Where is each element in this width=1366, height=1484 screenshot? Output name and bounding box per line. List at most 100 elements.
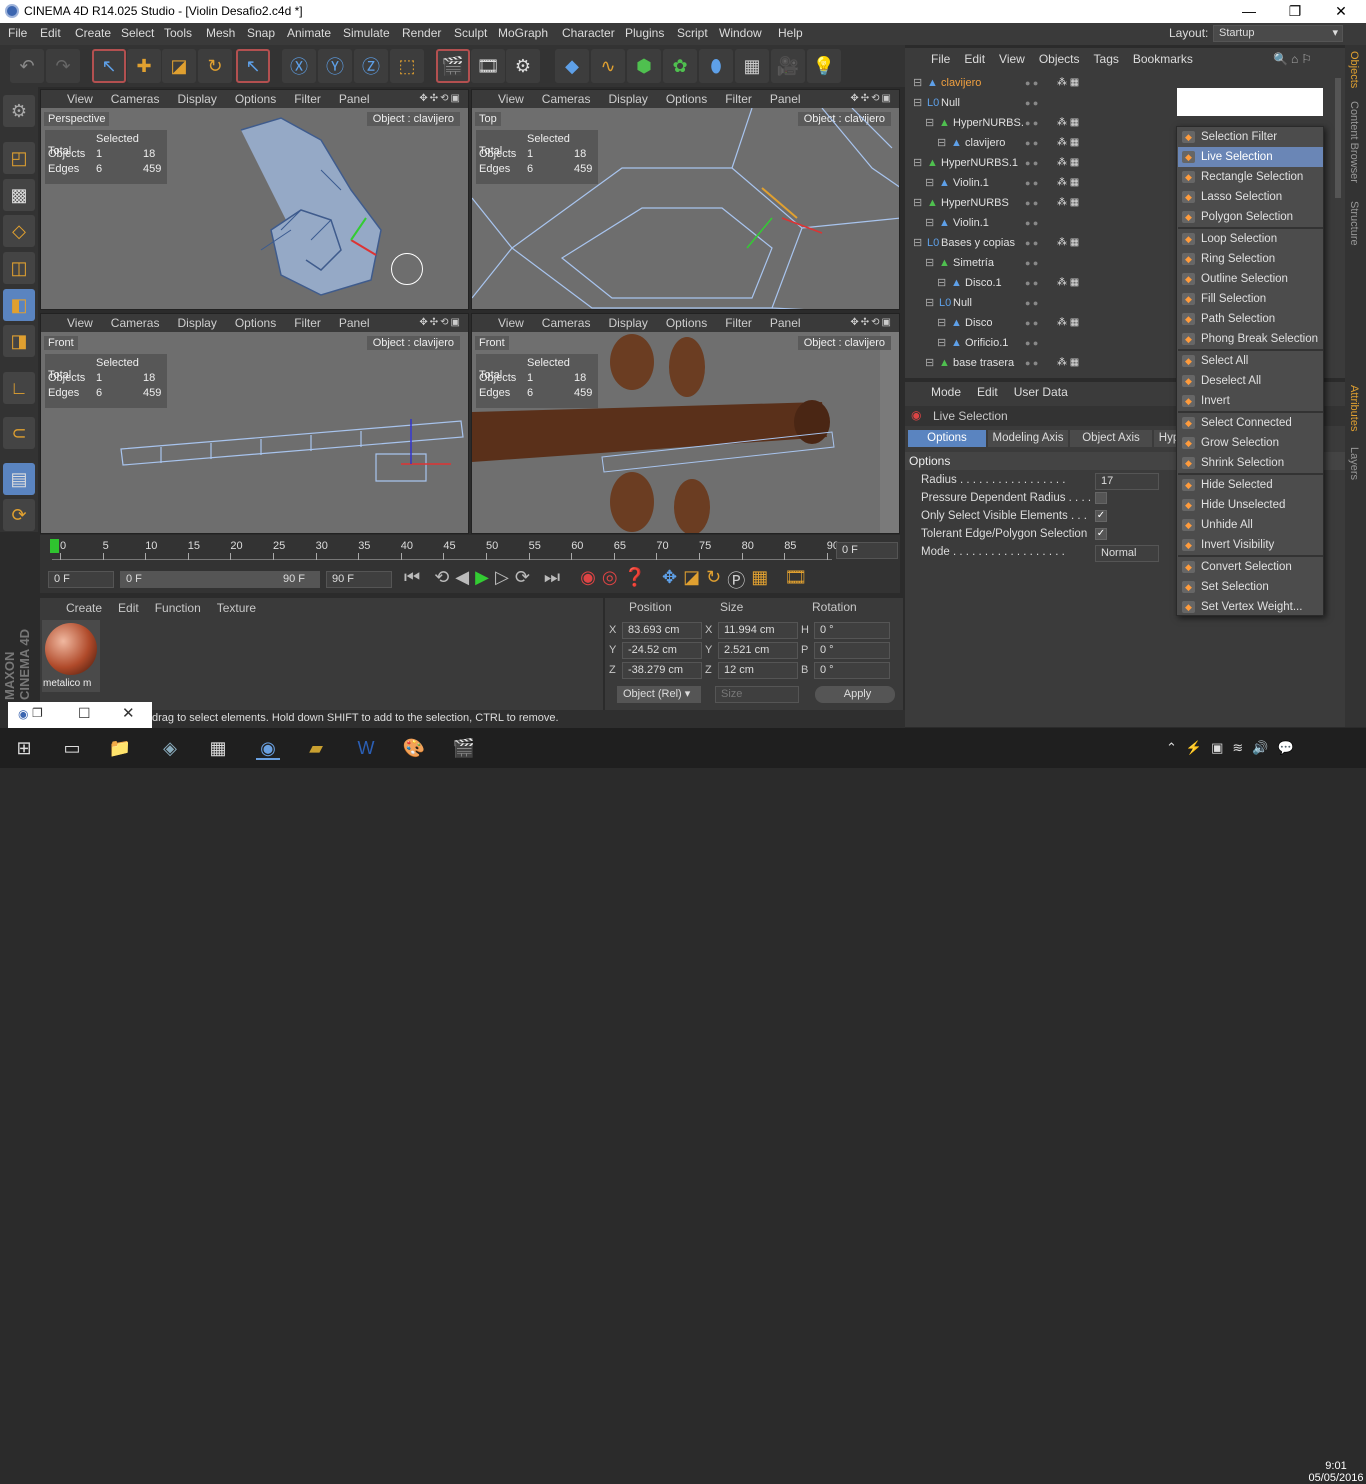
menu-help[interactable]: Help: [778, 26, 803, 40]
render-settings-icon[interactable]: ⚙: [506, 49, 540, 83]
tab-objects[interactable]: Objects: [1348, 51, 1360, 88]
tree-expand-icon[interactable]: ⊟: [925, 293, 934, 313]
redo-icon[interactable]: ↷: [46, 49, 80, 83]
viewport-menu-options[interactable]: Options: [235, 314, 276, 332]
visibility-dots-icon[interactable]: ● ●: [1025, 153, 1038, 173]
playhead[interactable]: [50, 539, 59, 553]
y-axis-lock-icon[interactable]: Ⓨ: [318, 49, 352, 83]
attr-field-value[interactable]: 17: [1095, 473, 1159, 490]
object-row[interactable]: ⊟ ▲ clavijero ● ● ⁂ ▦: [905, 133, 1175, 153]
go-to-start-icon[interactable]: ⏮: [404, 567, 420, 593]
coord-value-field[interactable]: 2.521 cm: [718, 642, 798, 659]
tag-icons[interactable]: ⁂ ▦: [1057, 273, 1079, 293]
tree-expand-icon[interactable]: ⊟: [925, 353, 934, 373]
viewport-perspective[interactable]: View Cameras Display Options Filter Panel ✥✣⟲…: [40, 89, 469, 310]
cube-primitive-icon[interactable]: ◆: [555, 49, 589, 83]
menu-item-set-selection[interactable]: ◆ Set Selection: [1178, 577, 1323, 597]
menu-item-path-selection[interactable]: ◆ Path Selection: [1178, 309, 1323, 329]
visibility-dots-icon[interactable]: ● ●: [1025, 333, 1038, 353]
close-button[interactable]: ✕: [1318, 0, 1364, 23]
scale-tool-icon[interactable]: ◪: [162, 49, 196, 83]
coord-value-field[interactable]: -24.52 cm: [622, 642, 702, 659]
make-editable-icon[interactable]: ⚙: [3, 95, 35, 127]
tag-icons[interactable]: ⁂ ▦: [1057, 313, 1079, 333]
tree-expand-icon[interactable]: ⊟: [913, 93, 922, 113]
visibility-dots-icon[interactable]: ● ●: [1025, 293, 1038, 313]
menu-create[interactable]: Create: [75, 26, 111, 40]
tree-expand-icon[interactable]: ⊟: [937, 313, 946, 333]
menu-mesh[interactable]: Mesh: [206, 26, 235, 40]
menu-character[interactable]: Character: [562, 26, 615, 40]
attr-menu-mode[interactable]: Mode: [931, 385, 961, 399]
deformer-icon[interactable]: ⬮: [699, 49, 733, 83]
app-icon-1[interactable]: ◈: [158, 736, 182, 760]
viewport-menu-cameras[interactable]: Cameras: [111, 314, 160, 332]
menu-item-outline-selection[interactable]: ◆ Outline Selection: [1178, 269, 1323, 289]
visibility-dots-icon[interactable]: ● ●: [1025, 273, 1038, 293]
preview-close-icon[interactable]: ✕: [122, 704, 135, 722]
objmgr-menu-objects[interactable]: Objects: [1039, 52, 1080, 66]
tree-expand-icon[interactable]: ⊟: [913, 233, 922, 253]
menu-item-rectangle-selection[interactable]: ◆ Rectangle Selection: [1178, 167, 1323, 187]
visibility-dots-icon[interactable]: ● ●: [1025, 133, 1038, 153]
tag-icons[interactable]: ⁂ ▦: [1057, 113, 1079, 133]
objmgr-menu-edit[interactable]: Edit: [964, 52, 985, 66]
viewport-menu-filter[interactable]: Filter: [725, 90, 752, 108]
menu-sculpt[interactable]: Sculpt: [454, 26, 487, 40]
viewport-menu-cameras[interactable]: Cameras: [542, 90, 591, 108]
workplane-mode-icon[interactable]: ◇: [3, 215, 35, 247]
tag-icons[interactable]: ⁂ ▦: [1057, 133, 1079, 153]
viewport-menu-view[interactable]: View: [67, 314, 93, 332]
object-row[interactable]: ⊟ ▲ HyperNURBS ● ● ⁂ ▦: [905, 193, 1175, 213]
visibility-dots-icon[interactable]: ● ●: [1025, 353, 1038, 373]
preview-restore-icon[interactable]: ❐: [32, 706, 43, 720]
objmgr-menu-file[interactable]: File: [931, 52, 950, 66]
viewport-menu-panel[interactable]: Panel: [339, 314, 370, 332]
clock[interactable]: 9:01 05/05/2016: [1306, 1460, 1366, 1484]
viewport-menu-filter[interactable]: Filter: [294, 314, 321, 332]
tree-expand-icon[interactable]: ⊟: [937, 133, 946, 153]
coord-value-field[interactable]: 11.994 cm: [718, 622, 798, 639]
menu-item-live-selection[interactable]: ◆ Live Selection: [1178, 147, 1323, 167]
menu-item-fill-selection[interactable]: ◆ Fill Selection: [1178, 289, 1323, 309]
tag-icons[interactable]: ⁂ ▦: [1057, 73, 1079, 93]
viewport-menu-view[interactable]: View: [498, 314, 524, 332]
viewport-menu-cameras[interactable]: Cameras: [542, 314, 591, 332]
end-frame-field[interactable]: 90 F: [326, 571, 392, 588]
start-frame-field[interactable]: 0 F: [48, 571, 114, 588]
object-row[interactable]: ⊟ ▲ Violin.1 ● ●: [905, 213, 1175, 233]
viewport-menu-options[interactable]: Options: [666, 90, 707, 108]
viewport-menu-options[interactable]: Options: [666, 314, 707, 332]
viewport-menu-filter[interactable]: Filter: [294, 90, 321, 108]
coord-value-field[interactable]: 12 cm: [718, 662, 798, 679]
live-selection-tool-icon[interactable]: ↖: [92, 49, 126, 83]
tree-expand-icon[interactable]: ⊟: [925, 173, 934, 193]
rotate-tool-icon[interactable]: ↻: [198, 49, 232, 83]
attr-tab[interactable]: Object Axis: [1070, 430, 1152, 447]
object-row[interactable]: ⊟ ▲ base trasera ● ● ⁂ ▦: [905, 353, 1175, 373]
menu-window[interactable]: Window: [719, 26, 762, 40]
object-row[interactable]: ⊟ ▲ Disco ● ● ⁂ ▦: [905, 313, 1175, 333]
texture-mode-icon[interactable]: ▩: [3, 179, 35, 211]
visibility-dots-icon[interactable]: ● ●: [1025, 173, 1038, 193]
menu-item-set-vertex-weight[interactable]: ◆ Set Vertex Weight...: [1178, 597, 1323, 617]
snap-icon[interactable]: ⊂: [3, 417, 35, 449]
object-row[interactable]: ⊟ ▲ HyperNURBS. ● ● ⁂ ▦: [905, 113, 1175, 133]
visibility-dots-icon[interactable]: ● ●: [1025, 113, 1038, 133]
viewport-front[interactable]: View Cameras Display Options Filter Panel ✥✣⟲…: [40, 313, 469, 534]
visibility-dots-icon[interactable]: ● ●: [1025, 193, 1038, 213]
objmgr-menu-view[interactable]: View: [999, 52, 1025, 66]
undo-icon[interactable]: ↶: [10, 49, 44, 83]
windows-start-icon[interactable]: ⊞: [12, 736, 36, 760]
menu-item-deselect-all[interactable]: ◆ Deselect All: [1178, 371, 1323, 391]
menu-item-hide-unselected[interactable]: ◆ Hide Unselected: [1178, 495, 1323, 515]
attr-menu-user-data[interactable]: User Data: [1014, 385, 1068, 399]
menu-item-unhide-all[interactable]: ◆ Unhide All: [1178, 515, 1323, 535]
menu-mograph[interactable]: MoGraph: [498, 26, 548, 40]
record-parameter-icon[interactable]: Ⓟ: [727, 567, 745, 593]
viewport-menu-view[interactable]: View: [67, 90, 93, 108]
previous-key-icon[interactable]: ⟲: [434, 567, 449, 593]
object-manager-search-icons[interactable]: 🔍⌂⚐: [1273, 52, 1315, 66]
tab-attributes[interactable]: Attributes: [1348, 385, 1360, 431]
tag-icons[interactable]: ⁂ ▦: [1057, 353, 1079, 373]
